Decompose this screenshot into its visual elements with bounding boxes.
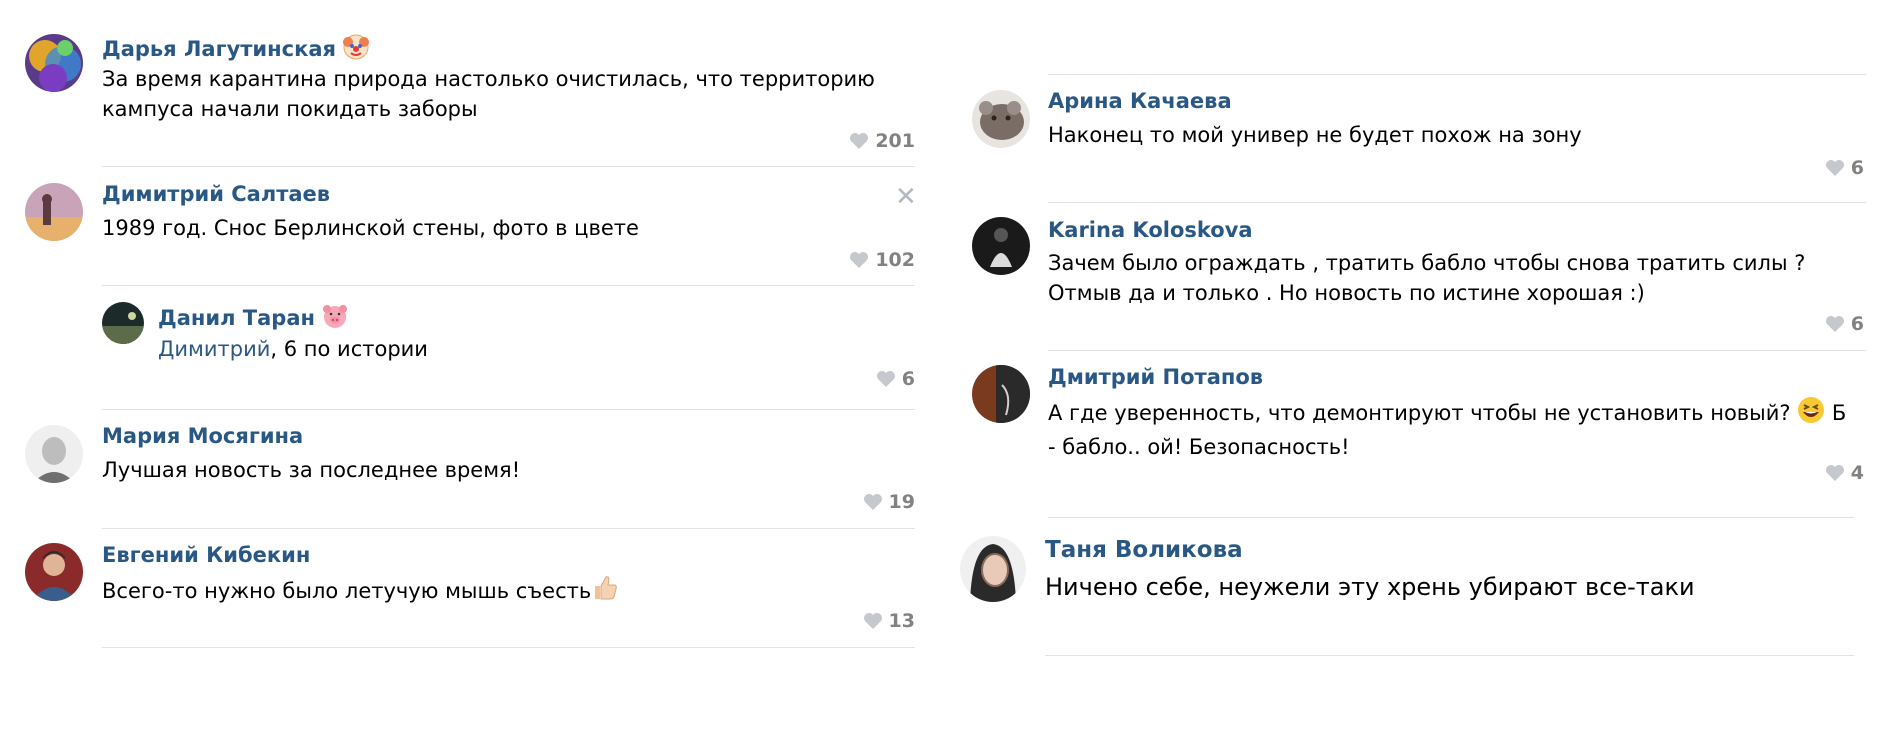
divider <box>102 409 915 410</box>
like-button[interactable]: 13 <box>863 610 915 632</box>
heart-icon <box>863 493 883 511</box>
comment-text: 1989 год. Снос Берлинской стены, фото в … <box>102 216 639 240</box>
like-button[interactable]: 6 <box>1825 157 1864 179</box>
divider <box>102 647 915 648</box>
divider <box>102 166 915 167</box>
heart-icon <box>1825 159 1845 177</box>
like-count: 6 <box>1850 157 1864 179</box>
comment-author[interactable]: Мария Мосягина <box>102 424 303 448</box>
comment-text: Всего-то нужно было летучую мышь съесть <box>102 574 882 610</box>
heart-icon <box>863 612 883 630</box>
mention-link[interactable]: Димитрий <box>158 337 270 361</box>
divider <box>1048 202 1866 203</box>
heart-icon <box>849 251 869 269</box>
avatar[interactable] <box>972 90 1030 148</box>
comment-author[interactable]: Димитрий Салтаев <box>102 182 330 206</box>
clown-face-emoji <box>343 34 370 65</box>
comment-text: Наконец то мой универ не будет похож на … <box>1048 123 1582 147</box>
like-button[interactable]: 201 <box>849 130 915 152</box>
divider <box>1045 655 1854 656</box>
comment-author[interactable]: Арина Качаева <box>1048 89 1232 113</box>
avatar[interactable] <box>102 302 144 344</box>
divider <box>102 528 915 529</box>
comment-text: Ничено себе, неужели эту хрень убирают в… <box>1045 573 1695 601</box>
like-count: 201 <box>875 130 915 152</box>
comment-text: Зачем было ограждать , тратить бабло что… <box>1048 251 1806 305</box>
heart-icon <box>1825 315 1845 333</box>
comment-author[interactable]: Таня Воликова <box>1045 537 1243 563</box>
avatar[interactable] <box>25 34 83 92</box>
divider <box>1048 517 1854 518</box>
comment-author[interactable]: Данил Таран <box>158 303 348 334</box>
like-count: 4 <box>1850 462 1864 484</box>
like-count: 102 <box>875 249 915 271</box>
divider <box>1048 350 1866 351</box>
close-icon[interactable]: ✕ <box>895 184 917 210</box>
comment-author[interactable]: Дмитрий Потапов <box>1048 365 1263 389</box>
like-count: 6 <box>1850 313 1864 335</box>
divider <box>102 285 915 286</box>
divider <box>1048 74 1866 75</box>
like-button[interactable]: 4 <box>1825 462 1864 484</box>
heart-icon <box>849 132 869 150</box>
comment-text: Димитрий, 6 по истории <box>158 337 428 361</box>
like-button[interactable]: 19 <box>863 491 915 513</box>
comment-author[interactable]: Karina Koloskova <box>1048 218 1253 242</box>
like-button[interactable]: 6 <box>1825 313 1864 335</box>
grinning-squinting-face-emoji <box>1797 396 1825 432</box>
like-count: 19 <box>888 491 915 513</box>
comment-text: А где уверенность, что демонтируют чтобы… <box>1048 396 1848 462</box>
comment-author[interactable]: Евгений Кибекин <box>102 543 310 567</box>
like-count: 6 <box>901 368 915 390</box>
like-button[interactable]: 102 <box>849 249 915 271</box>
avatar[interactable] <box>960 536 1026 602</box>
comment-author[interactable]: Дарья Лагутинская <box>102 34 370 65</box>
avatar[interactable] <box>25 543 83 601</box>
thumbs-up-emoji <box>591 574 619 610</box>
comment-text: Лучшая новость за последнее время! <box>102 458 521 482</box>
heart-icon <box>1825 464 1845 482</box>
avatar[interactable] <box>972 365 1030 423</box>
heart-icon <box>876 370 896 388</box>
pig-face-emoji <box>322 303 348 334</box>
avatar[interactable] <box>972 217 1030 275</box>
like-button[interactable]: 6 <box>876 368 915 390</box>
comment-text: За время карантина природа настолько очи… <box>102 67 875 121</box>
avatar[interactable] <box>25 183 83 241</box>
avatar[interactable] <box>25 425 83 483</box>
like-count: 13 <box>888 610 915 632</box>
